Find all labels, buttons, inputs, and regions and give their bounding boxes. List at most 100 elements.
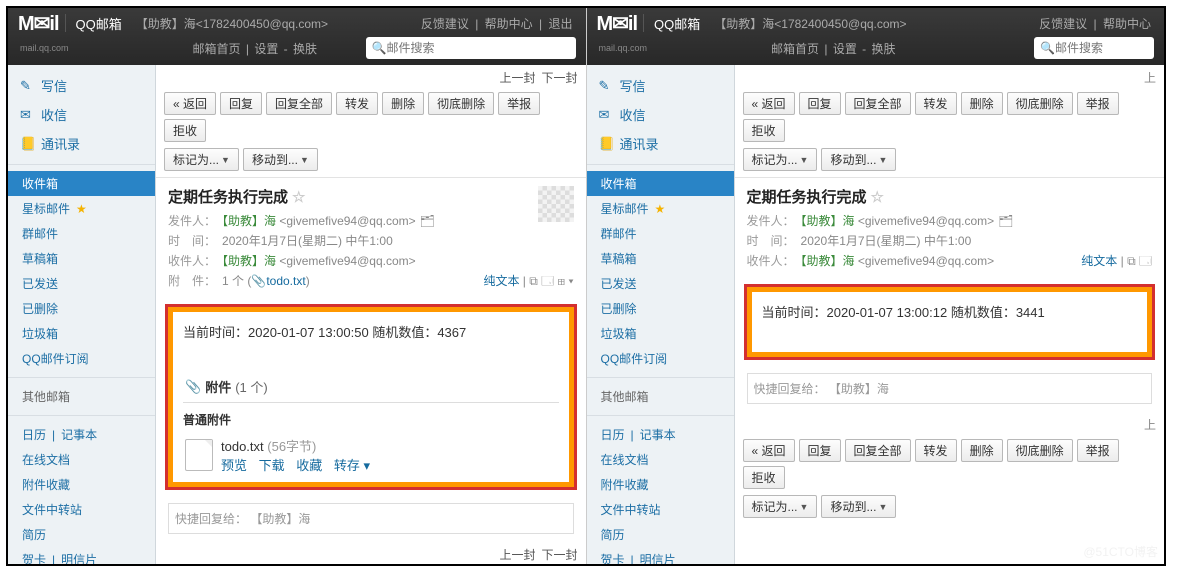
- star-outline-icon[interactable]: ☆: [292, 188, 305, 206]
- file-icon: [185, 439, 213, 471]
- logo: M✉il QQ邮箱: [597, 11, 701, 36]
- favorite-link[interactable]: 收藏: [296, 458, 322, 473]
- file-name: todo.txt: [221, 439, 264, 454]
- time-value: 2020年1月7日(星期二) 中午1:00: [222, 234, 393, 248]
- logo: M✉il QQ邮箱: [18, 11, 122, 36]
- reject-button[interactable]: 拒收: [164, 119, 206, 142]
- delete-button[interactable]: 删除: [382, 92, 424, 115]
- deleted-link[interactable]: 已删除: [8, 296, 155, 321]
- subscribe-link[interactable]: QQ邮件订阅: [587, 346, 734, 371]
- quick-reply[interactable]: 快捷回复给： 【助教】海: [747, 373, 1153, 404]
- contact-card-icon[interactable]: 🗂: [998, 214, 1013, 228]
- message-header: 定期任务执行完成☆ 发件人：【助教】海 <givemefive94@qq.com…: [735, 177, 1165, 279]
- reply-all-button[interactable]: 回复全部: [266, 92, 332, 115]
- mail-window-2: M✉il QQ邮箱 【助教】海<1782400450@qq.com> 反馈建议 …: [587, 8, 1165, 564]
- toolbar-bottom: « 返回 回复 回复全部 转发 删除 彻底删除 举报 拒收: [735, 437, 1165, 495]
- download-link[interactable]: 下载: [259, 458, 285, 473]
- plaintext-link[interactable]: 纯文本: [483, 274, 519, 288]
- paperclip-icon: 📎: [185, 379, 201, 395]
- logo-sub: mail.qq.com: [20, 43, 69, 53]
- logo-m: M✉il: [18, 11, 59, 36]
- attach-inline-link[interactable]: todo.txt: [266, 274, 305, 288]
- feedback-link[interactable]: 反馈建议: [1039, 17, 1087, 31]
- group-link[interactable]: 群邮件: [587, 221, 734, 246]
- inbox-link[interactable]: 收件箱: [8, 171, 155, 196]
- contacts-link[interactable]: 📒通讯录: [8, 129, 155, 158]
- skin-link[interactable]: 换肤: [293, 42, 317, 56]
- avatar: [538, 186, 574, 222]
- drafts-link[interactable]: 草稿箱: [587, 246, 734, 271]
- receive-link[interactable]: ✉收信: [8, 100, 155, 129]
- from-name[interactable]: 【助教】海: [222, 214, 276, 228]
- starred-link[interactable]: 星标邮件 ★: [587, 196, 734, 221]
- starred-link[interactable]: 星标邮件 ★: [8, 196, 155, 221]
- deleted-link[interactable]: 已删除: [587, 296, 734, 321]
- compose-icon: ✎: [20, 78, 35, 93]
- help-link[interactable]: 帮助中心: [485, 17, 533, 31]
- sent-link[interactable]: 已发送: [8, 271, 155, 296]
- search-input[interactable]: [386, 41, 556, 55]
- file-size: (56字节): [267, 439, 316, 454]
- forward-button[interactable]: 转发: [336, 92, 378, 115]
- drafts-link[interactable]: 草稿箱: [8, 246, 155, 271]
- group-link[interactable]: 群邮件: [8, 221, 155, 246]
- logout-link[interactable]: 退出: [548, 17, 572, 31]
- search-box[interactable]: 🔍: [1034, 37, 1154, 59]
- help-link[interactable]: 帮助中心: [1103, 17, 1151, 31]
- header: M✉il QQ邮箱 【助教】海<1782400450@qq.com> 反馈建议 …: [587, 8, 1165, 65]
- header-links: 邮箱首页 | 设置 - 换肤: [191, 40, 320, 57]
- compose-link[interactable]: ✎写信: [8, 71, 155, 100]
- delete-forever-button[interactable]: 彻底删除: [428, 92, 494, 115]
- search-input[interactable]: [1055, 41, 1135, 55]
- back-button[interactable]: « 返回: [164, 92, 216, 115]
- watermark: @51CTO博客: [1083, 543, 1158, 560]
- search-icon: 🔍: [1040, 41, 1055, 55]
- star-outline-icon[interactable]: ☆: [871, 188, 884, 206]
- search-icon: 🔍: [372, 41, 387, 55]
- quick-reply[interactable]: 快捷回复给： 【助教】海: [168, 503, 574, 534]
- filestation-link[interactable]: 文件中转站: [8, 497, 155, 522]
- home-link[interactable]: 邮箱首页: [193, 42, 241, 56]
- header-right: 反馈建议 | 帮助中心 | 退出: [418, 15, 576, 32]
- compose-link[interactable]: ✎写信: [587, 71, 734, 100]
- calendar-link[interactable]: 日历 | 记事本: [8, 422, 155, 447]
- to-name[interactable]: 【助教】海: [222, 254, 276, 268]
- subscribe-link[interactable]: QQ邮件订阅: [8, 346, 155, 371]
- contacts-link[interactable]: 📒通讯录: [587, 129, 734, 158]
- feedback-link[interactable]: 反馈建议: [421, 17, 469, 31]
- docs-link[interactable]: 在线文档: [8, 447, 155, 472]
- subject: 定期任务执行完成☆: [168, 186, 538, 207]
- mark-as-button[interactable]: 标记为...▼: [164, 148, 239, 171]
- resume-link[interactable]: 简历: [8, 522, 155, 547]
- contact-card-icon[interactable]: 🗂: [420, 214, 435, 228]
- back-button[interactable]: « 返回: [743, 92, 795, 115]
- fav-link[interactable]: 附件收藏: [8, 472, 155, 497]
- sent-link[interactable]: 已发送: [587, 271, 734, 296]
- search-box[interactable]: 🔍: [366, 37, 576, 59]
- mail-body: 当前时间：2020-01-07 13:00:12 随机数值：3441: [747, 287, 1153, 357]
- inbox-link[interactable]: 收件箱: [587, 171, 734, 196]
- main-content: 上一封上 « 返回 回复 回复全部 转发 删除 彻底删除 举报 拒收 标记为..…: [735, 65, 1165, 564]
- mail-body: 当前时间：2020-01-07 13:00:50 随机数值：4367 📎附件(1…: [168, 307, 574, 487]
- nav-top: 上一封 下一封: [156, 65, 586, 90]
- sidebar: ✎写信 ✉收信 📒通讯录 收件箱 星标邮件 ★ 群邮件 草稿箱 已发送 已删除 …: [8, 65, 156, 564]
- chevron-down-icon: ▼: [221, 155, 230, 165]
- other-mail[interactable]: 其他邮箱: [8, 384, 155, 409]
- attach-group: 普通附件: [183, 409, 559, 430]
- next-mail[interactable]: 下一封: [541, 69, 577, 86]
- contacts-icon: 📒: [20, 136, 35, 151]
- attachment-row: todo.txt (56字节) 预览 下载 收藏 转存 ▾: [183, 430, 559, 480]
- toolbar-top: « 返回 回复 回复全部 转发 删除 彻底删除 举报 拒收: [735, 90, 1165, 148]
- receive-link[interactable]: ✉收信: [587, 100, 734, 129]
- trash-link[interactable]: 垃圾箱: [8, 321, 155, 346]
- preview-link[interactable]: 预览: [221, 458, 247, 473]
- body-text: 当前时间：2020-01-07 13:00:50 随机数值：4367: [183, 322, 559, 341]
- settings-link[interactable]: 设置: [254, 42, 278, 56]
- reply-button[interactable]: 回复: [220, 92, 262, 115]
- prev-mail[interactable]: 上一封: [499, 69, 535, 86]
- move-to-button[interactable]: 移动到...▼: [243, 148, 318, 171]
- trash-link[interactable]: 垃圾箱: [587, 321, 734, 346]
- card-link[interactable]: 贺卡 | 明信片: [8, 547, 155, 564]
- report-button[interactable]: 举报: [498, 92, 540, 115]
- saveas-link[interactable]: 转存 ▾: [334, 458, 370, 473]
